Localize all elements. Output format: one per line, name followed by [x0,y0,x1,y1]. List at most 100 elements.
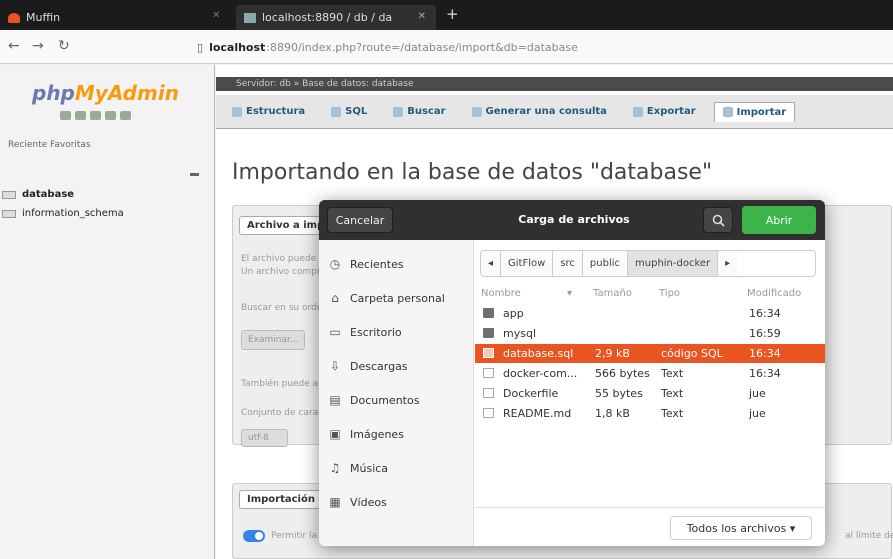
file-icon [483,348,494,358]
file-icon [483,408,494,418]
path-src[interactable]: src [553,251,583,276]
file-list-header: Nombre ▾ Tamaño Tipo Modificado [475,282,825,304]
chevron-right-icon: ▸ [725,258,731,269]
file-name: docker-com... [503,367,578,380]
db-item-information-schema[interactable]: information_schema [2,204,124,223]
column-name[interactable]: Nombre [481,288,521,299]
collapse-icon[interactable] [190,173,199,176]
new-tab-button[interactable]: + [446,5,459,23]
db-item-database[interactable]: database [2,185,124,204]
file-row[interactable]: database.sql 2,9 kB código SQL 16:34 [475,344,825,363]
charset-select[interactable]: utf-8 [241,429,288,447]
tab-close-icon[interactable]: ✕ [212,10,220,21]
sort-arrow-icon: ▾ [567,288,573,299]
dialog-title: Carga de archivos [518,213,630,226]
browser-tab-bar: Muffin ✕ localhost:8890 / db / da ✕ + [0,0,893,30]
search-icon [393,106,404,117]
file-type: Text [661,407,684,420]
file-modified: 16:34 [749,347,781,360]
recent-favorites-tabs[interactable]: Reciente Favoritas [8,140,91,150]
file-chooser-dialog: Cancelar Carga de archivos Abrir ◷ Recien… [319,200,825,546]
path-back-button[interactable]: ◂ [481,251,502,276]
path-public[interactable]: public [582,251,629,276]
folder-icon [483,328,494,338]
pma-logo[interactable]: phpMyAdmin [32,81,179,105]
back-icon[interactable]: ← [8,38,20,54]
url-path: :8890/index.php?route=/database/import&d… [266,40,578,54]
reload-nav-icon[interactable] [120,111,131,120]
file-modified: 16:34 [749,367,781,380]
videos-icon: ▦ [329,495,341,509]
place-documentos[interactable]: ▤ Documentos [327,393,419,407]
file-name: database.sql [503,347,574,360]
page-title: Importando en la base de datos "database… [232,160,713,185]
allow-interrupt-toggle[interactable] [243,530,265,542]
page-info-icon[interactable]: ▯ [197,41,203,54]
file-row[interactable]: README.md 1,8 kB Text jue [475,404,825,423]
search-icon [712,214,725,227]
app-tab-label: Muffin [26,11,61,24]
pma-quick-icons [60,111,131,120]
path-gitflow[interactable]: GitFlow [501,251,554,276]
file-row[interactable]: docker-com... 566 bytes Text 16:34 [475,364,825,383]
file-row[interactable]: app 16:34 [475,304,825,323]
folder-icon [483,308,494,318]
url-host: localhost [209,40,266,54]
tab-importar[interactable]: Importar [713,101,796,122]
browse-button[interactable]: Examinar... [241,330,306,350]
place-musica[interactable]: ♫ Música [327,461,388,475]
place-videos[interactable]: ▦ Vídeos [327,495,386,509]
path-forward-button[interactable]: ▸ [718,251,738,276]
settings-icon[interactable] [105,111,116,120]
path-bar: ◂ GitFlow src public muphin-docker ▸ [480,250,816,277]
home-icon: ⌂ [331,291,339,305]
dialog-header: Cancelar Carga de archivos Abrir [319,200,825,240]
file-modified: 16:34 [749,307,781,320]
documents-icon: ▤ [329,393,341,407]
muffin-icon [8,12,20,23]
tab-generar-consulta[interactable]: Generar una consulta [464,102,615,121]
docs-icon[interactable] [90,111,101,120]
tab-exportar[interactable]: Exportar [625,102,704,121]
place-descargas[interactable]: ⇩ Descargas [327,359,408,373]
reload-icon[interactable]: ↻ [58,38,70,54]
time-limit-text: al límite de [845,531,893,541]
cancel-button[interactable]: Cancelar [327,207,393,233]
file-size: 2,9 kB [595,347,630,360]
home-icon[interactable] [60,111,71,120]
file-row[interactable]: mysql 16:59 [475,324,825,343]
logout-icon[interactable] [75,111,86,120]
file-name: Dockerfile [503,387,559,400]
search-button[interactable] [703,207,733,233]
file-size: 1,8 kB [595,407,630,420]
app-tab[interactable]: Muffin [0,5,210,30]
column-size[interactable]: Tamaño [593,288,632,299]
open-button[interactable]: Abrir [742,206,816,234]
close-icon[interactable]: ✕ [418,11,426,22]
place-escritorio[interactable]: ▭ Escritorio [327,325,401,339]
file-row[interactable]: Dockerfile 55 bytes Text jue [475,384,825,403]
place-imagenes[interactable]: ▣ Imágenes [327,427,404,441]
file-name: app [503,307,524,320]
file-type-filter[interactable]: Todos los archivos ▾ [670,516,812,540]
tab-sql[interactable]: SQL [323,102,375,121]
place-carpeta-personal[interactable]: ⌂ Carpeta personal [327,291,445,305]
file-size: 566 bytes [595,367,650,380]
column-modified[interactable]: Modificado [747,288,801,299]
file-type: código SQL [661,347,723,360]
path-muphin-docker[interactable]: muphin-docker [628,251,719,276]
tab-buscar[interactable]: Buscar [385,102,453,121]
url-bar[interactable]: ▯ localhost :8890/index.php?route=/datab… [197,35,893,59]
pma-navigation-panel: phpMyAdmin Reciente Favoritas database i… [0,65,215,559]
query-icon [471,106,482,117]
file-name: README.md [503,407,572,420]
tab-estructura[interactable]: Estructura [224,102,313,121]
breadcrumb[interactable]: Servidor: db » Base de datos: database [216,77,893,91]
file-type: Text [661,367,684,380]
place-recientes[interactable]: ◷ Recientes [327,257,404,271]
forward-icon[interactable]: → [32,38,44,54]
structure-icon [232,106,242,117]
images-icon: ▣ [329,427,341,441]
browser-tab-active[interactable]: localhost:8890 / db / da ✕ [236,5,436,30]
column-type[interactable]: Tipo [659,288,680,299]
